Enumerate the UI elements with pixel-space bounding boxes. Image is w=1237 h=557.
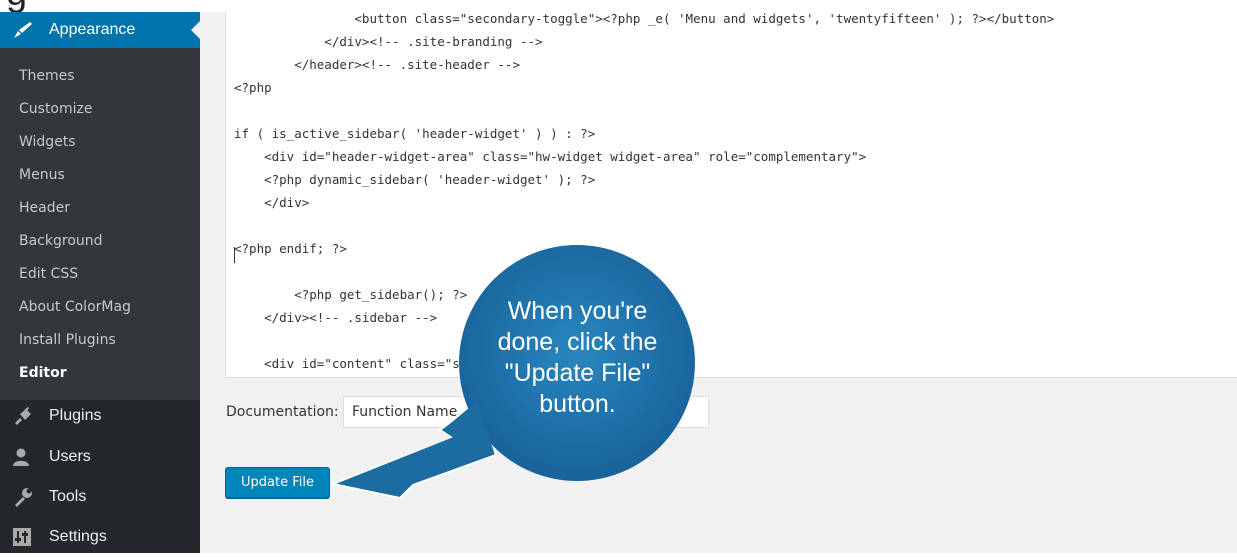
callout-line: button. [539, 390, 616, 418]
callout-line: done, click the [497, 328, 658, 356]
callout-bubble [329, 245, 695, 500]
callout-line: When you're [507, 297, 648, 325]
callout-line: "Update File" [504, 359, 651, 387]
callout-text: When you're done, click the "Update File… [460, 296, 695, 420]
